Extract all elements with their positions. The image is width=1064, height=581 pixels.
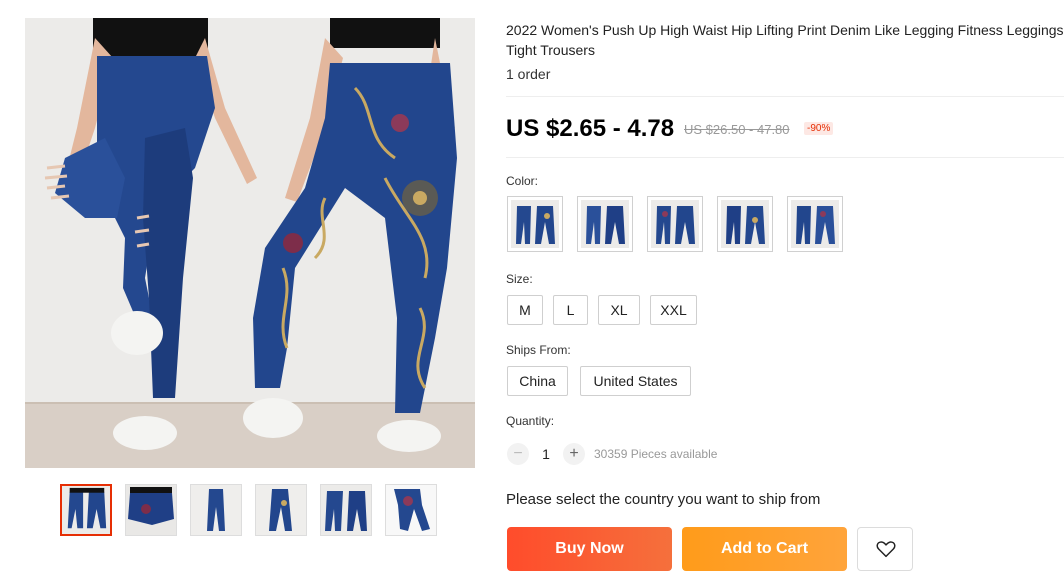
color-swatch-2[interactable] [577, 196, 633, 252]
shipping-message: Please select the country you want to sh… [506, 491, 821, 508]
size-label: Size: [506, 272, 533, 286]
order-count: 1 order [506, 66, 551, 82]
original-price: US $26.50 - 47.80 [684, 122, 790, 137]
thumb-2-image [126, 485, 176, 535]
add-to-cart-button[interactable]: Add to Cart [682, 527, 847, 571]
color-swatch-3[interactable] [647, 196, 703, 252]
quantity-value[interactable]: 1 [536, 446, 556, 462]
color-swatch-1[interactable] [507, 196, 563, 252]
thumbnail-6[interactable] [385, 484, 437, 536]
color-swatch-4[interactable] [717, 196, 773, 252]
swatch-1-image [511, 200, 559, 248]
quantity-label: Quantity: [506, 414, 555, 428]
swatch-2-image [581, 200, 629, 248]
size-option-m[interactable]: M [507, 295, 543, 325]
ships-from-label: Ships From: [506, 343, 571, 357]
thumbnail-4[interactable] [255, 484, 307, 536]
thumb-3-image [191, 485, 241, 535]
thumb-1-image [62, 486, 110, 534]
thumb-4-image [256, 485, 306, 535]
divider [506, 96, 1064, 97]
swatch-5-image [791, 200, 839, 248]
quantity-increase-button[interactable]: + [563, 443, 585, 465]
color-swatch-5[interactable] [787, 196, 843, 252]
thumbnail-1[interactable] [60, 484, 112, 536]
thumbnail-5[interactable] [320, 484, 372, 536]
size-option-xxl[interactable]: XXL [650, 295, 697, 325]
pieces-available: 30359 Pieces available [594, 447, 718, 461]
current-price: US $2.65 - 4.78 [506, 115, 675, 142]
main-product-image[interactable] [25, 18, 475, 468]
ships-from-china[interactable]: China [507, 366, 568, 396]
thumbnail-2[interactable] [125, 484, 177, 536]
heart-icon [876, 541, 896, 558]
thumbnail-3[interactable] [190, 484, 242, 536]
ships-from-united-states[interactable]: United States [580, 366, 691, 396]
swatch-3-image [651, 200, 699, 248]
size-option-xl[interactable]: XL [598, 295, 640, 325]
leggings-photo [25, 18, 475, 468]
thumb-6-image [386, 485, 436, 535]
wishlist-button[interactable] [857, 527, 913, 571]
product-title: 2022 Women's Push Up High Waist Hip Lift… [506, 22, 1064, 58]
swatch-4-image [721, 200, 769, 248]
size-option-l[interactable]: L [553, 295, 588, 325]
thumb-5-image [321, 485, 371, 535]
quantity-decrease-button[interactable]: − [507, 443, 529, 465]
buy-now-button[interactable]: Buy Now [507, 527, 672, 571]
discount-badge: -90% [804, 122, 834, 135]
color-label: Color: [506, 174, 539, 188]
divider [506, 157, 1064, 158]
